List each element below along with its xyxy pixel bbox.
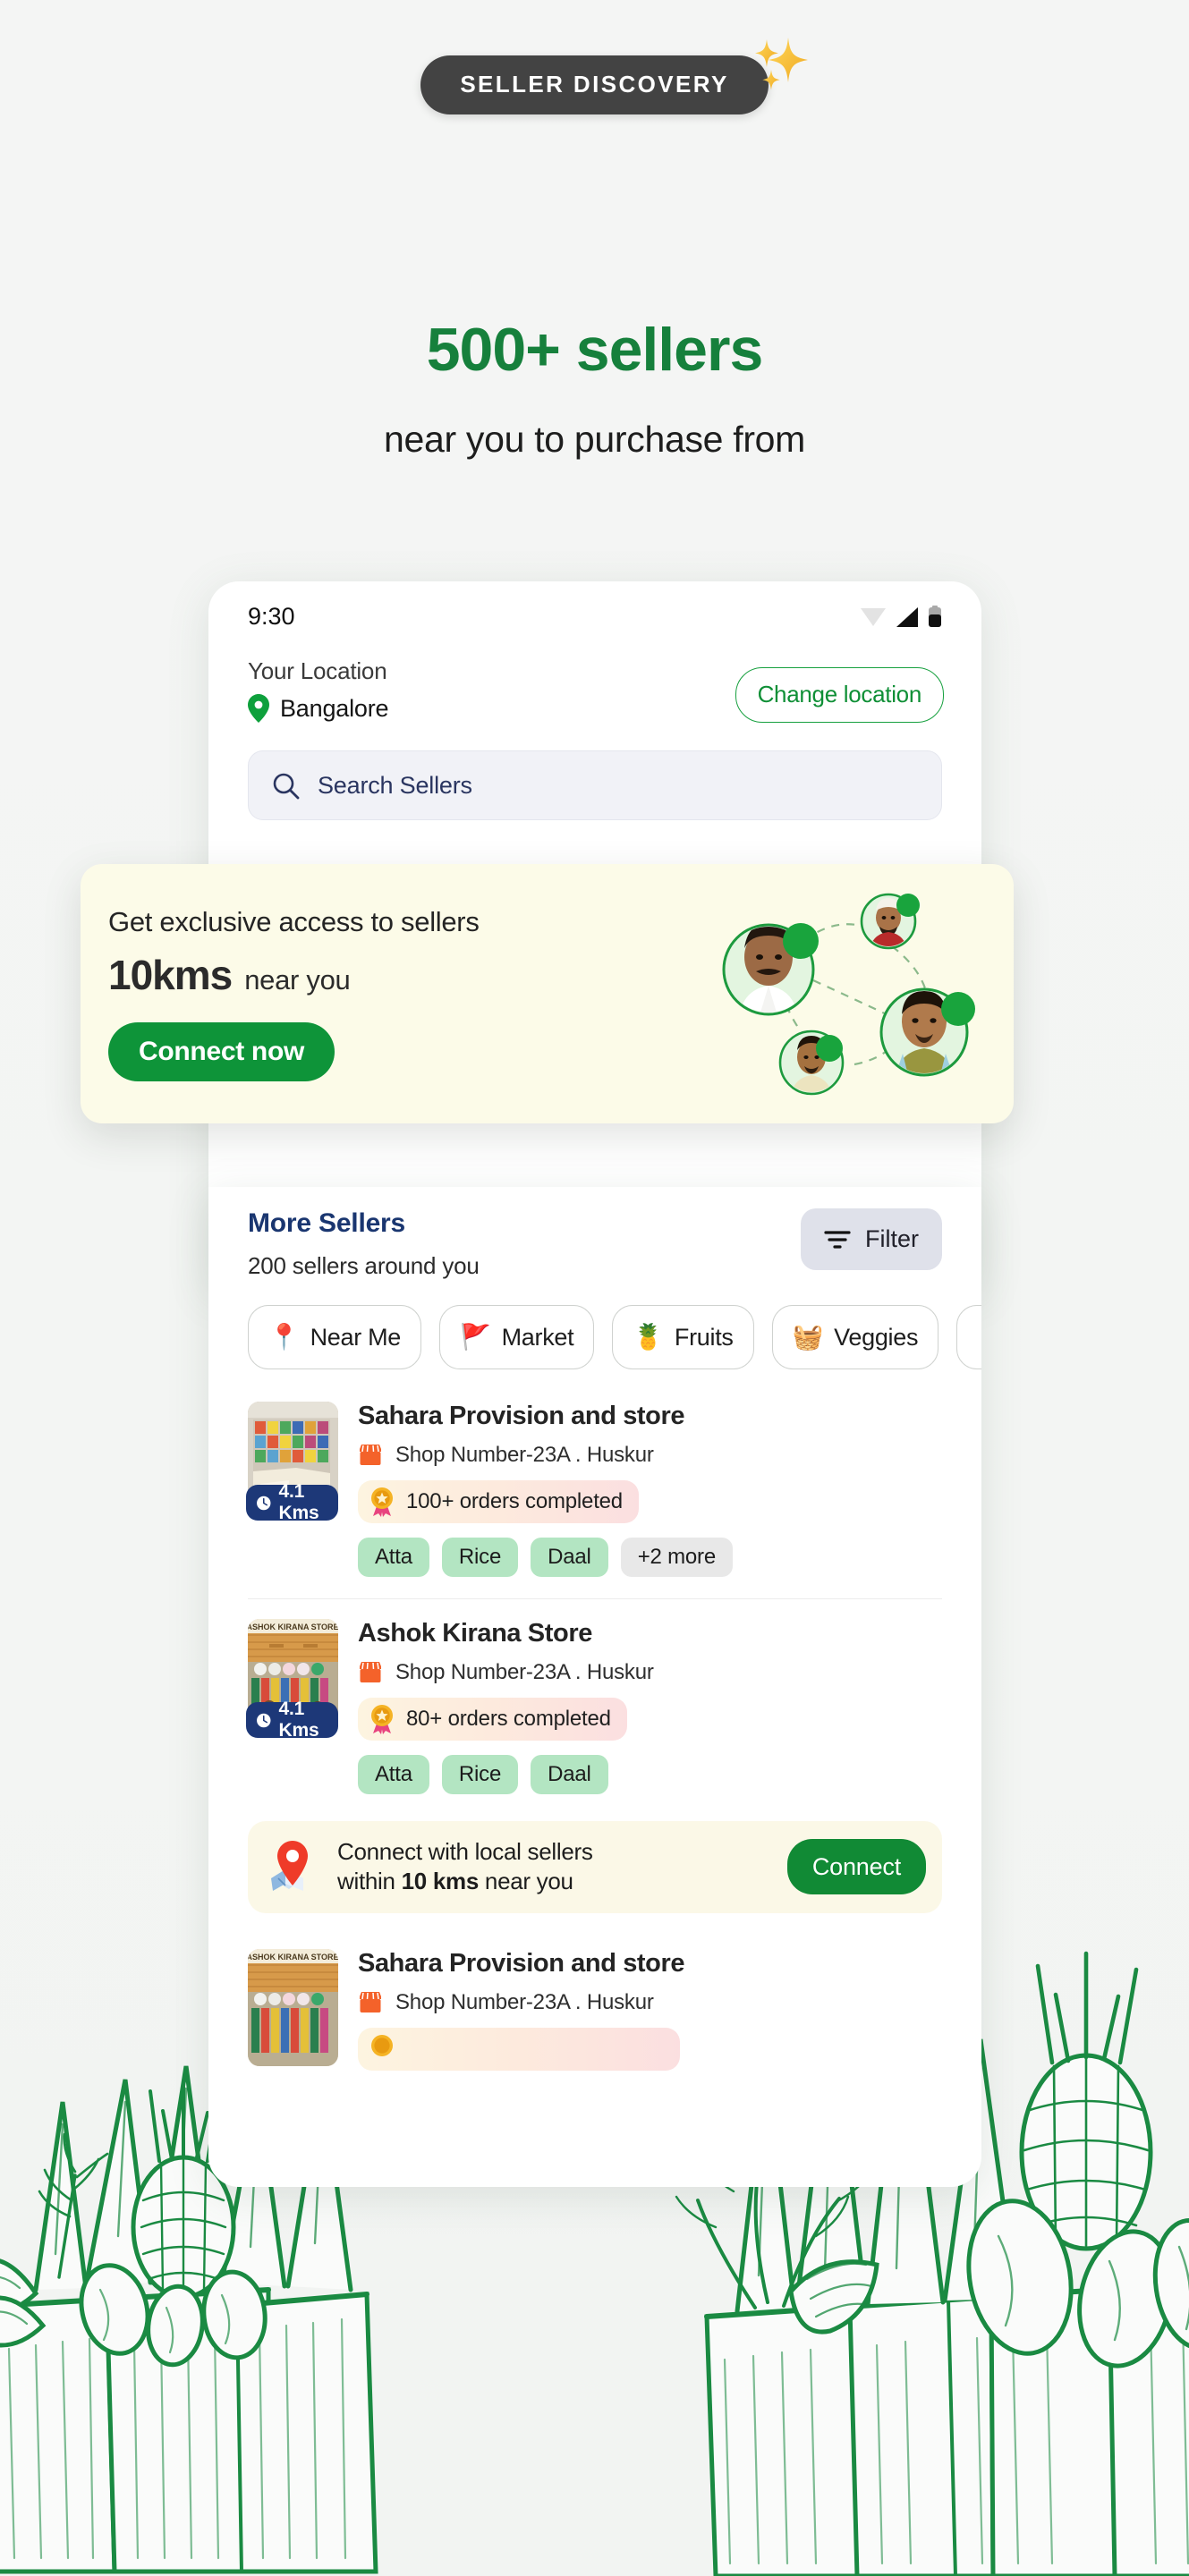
overlay-near-you: near you — [244, 964, 351, 996]
search-input[interactable]: Search Sellers — [248, 750, 942, 820]
chip-veggies[interactable]: 🧺 Veggies — [771, 1305, 939, 1369]
chip-near-me[interactable]: 📍 Near Me — [248, 1305, 422, 1369]
storefront-icon — [360, 1662, 381, 1682]
status-bar: 9:30 — [208, 581, 981, 631]
tag[interactable]: Rice — [441, 1538, 519, 1577]
phone-mockup-bottom: More Sellers 200 sellers around you Filt… — [208, 1187, 981, 2187]
clock-icon — [257, 1496, 271, 1510]
orders-badge — [358, 2027, 680, 2071]
location-header: Your Location Bangalore Change location — [208, 631, 981, 723]
filter-button[interactable]: Filter — [801, 1208, 942, 1270]
storefront-icon — [360, 1445, 381, 1465]
seller-photo: ASHOK KIRANA STORE — [248, 1948, 338, 2066]
seller-card[interactable]: ASHOK KIRANA STORE — [246, 1598, 942, 1816]
filter-icon — [824, 1230, 851, 1249]
search-placeholder: Search Sellers — [318, 771, 472, 799]
location-city: Bangalore — [280, 694, 389, 722]
connect-local-sellers-banner: Connect with local sellers within 10 kms… — [248, 1821, 942, 1913]
seller-card[interactable]: ASHOK KIRANA STORE — [248, 1929, 942, 2092]
location-pin-icon: 📍 — [268, 1323, 300, 1351]
map-pin-icon — [271, 1841, 308, 1892]
filter-label: Filter — [865, 1225, 919, 1252]
connect-button[interactable]: Connect — [786, 1839, 926, 1895]
orders-text: 100+ orders completed — [406, 1489, 623, 1513]
more-sellers-subtitle: 200 sellers around you — [248, 1252, 480, 1279]
battery-icon — [929, 605, 941, 627]
chip-label: Fruits — [674, 1323, 734, 1351]
storefront-icon — [360, 1991, 381, 2012]
connect-banner-text: Connect with local sellers within 10 kms… — [337, 1837, 771, 1897]
promo-page: SELLER DISCOVERY 500+ sellers near you t… — [0, 0, 1189, 2576]
seller-list-continued: ASHOK KIRANA STORE Sahara Provision and … — [208, 1913, 981, 2092]
seller-card[interactable]: 4.1 Kms Sahara Provision and store Shop … — [246, 1382, 942, 1598]
status-clock: 9:30 — [248, 603, 295, 630]
seller-list: 4.1 Kms Sahara Provision and store Shop … — [208, 1369, 981, 1816]
category-chip-row[interactable]: 📍 Near Me 🚩 Market 🍍 Fruits 🧺 Veggies — [208, 1280, 981, 1369]
seller-address: Shop Number-23A . Huskur — [395, 1989, 654, 2014]
more-tags-button[interactable]: +2 more — [620, 1538, 733, 1577]
tag[interactable]: Daal — [531, 1755, 608, 1794]
search-icon — [273, 773, 300, 799]
connect-now-button[interactable]: Connect now — [108, 1022, 335, 1081]
distance-text: 4.1 Kms — [278, 1699, 319, 1741]
location-pin-icon — [248, 694, 269, 723]
tag[interactable]: Rice — [441, 1755, 519, 1794]
clock-icon — [257, 1713, 271, 1727]
seller-name: Ashok Kirana Store — [358, 1619, 592, 1648]
signal-icon — [896, 606, 918, 627]
location-label: Your Location — [248, 657, 387, 684]
medal-icon — [371, 2034, 393, 2056]
tag[interactable]: Atta — [358, 1538, 429, 1577]
connect-banner-line2-pre: within — [337, 1868, 402, 1895]
seller-name: Sahara Provision and store — [358, 1402, 685, 1430]
seller-address: Shop Number-23A . Huskur — [395, 1660, 654, 1684]
chip-label: Veggies — [834, 1323, 919, 1351]
tag[interactable]: Daal — [531, 1538, 608, 1577]
more-sellers-title: More Sellers — [248, 1208, 406, 1238]
connect-banner-distance: 10 kms — [401, 1868, 480, 1895]
orders-badge: 80+ orders completed — [358, 1698, 627, 1741]
seller-address: Shop Number-23A . Huskur — [395, 1443, 654, 1467]
chip-fruits[interactable]: 🍍 Fruits — [612, 1305, 754, 1369]
wifi-icon — [861, 607, 886, 626]
distance-badge: 4.1 Kms — [246, 1481, 338, 1523]
change-location-button[interactable]: Change location — [735, 667, 944, 723]
page-title: 500+ sellers — [426, 316, 764, 384]
tag[interactable]: Atta — [358, 1755, 429, 1794]
chip-label: Near Me — [310, 1323, 402, 1351]
overlay-distance: 10kms — [108, 952, 233, 998]
fruits-icon: 🍍 — [633, 1323, 664, 1351]
distance-badge: 4.1 Kms — [246, 1699, 338, 1741]
orders-text: 80+ orders completed — [406, 1707, 611, 1731]
more-sellers-header: More Sellers 200 sellers around you Filt… — [208, 1187, 981, 1280]
flag-icon: 🚩 — [460, 1323, 491, 1351]
seller-network-graphic — [704, 882, 981, 1106]
connect-banner-line1: Connect with local sellers — [337, 1838, 593, 1865]
overlay-headline: Get exclusive access to sellers — [108, 906, 480, 937]
page-subtitle: near you to purchase from — [383, 419, 806, 460]
svg-text:ASHOK KIRANA STORE: ASHOK KIRANA STORE — [248, 1953, 338, 1962]
medal-icon — [371, 1705, 393, 1734]
medal-icon — [371, 1487, 393, 1517]
seller-discovery-badge-wrap: SELLER DISCOVERY — [0, 38, 1189, 114]
seller-discovery-badge: SELLER DISCOVERY — [420, 55, 769, 114]
sparkles-icon — [754, 38, 808, 90]
exclusive-access-card: Get exclusive access to sellers 10kms ne… — [81, 864, 1014, 1123]
seller-name: Sahara Provision and store — [358, 1948, 685, 1978]
chip-label: Market — [501, 1323, 574, 1351]
connect-banner-line2-post: near you — [479, 1868, 573, 1895]
svg-text:ASHOK KIRANA STORE: ASHOK KIRANA STORE — [248, 1623, 338, 1631]
distance-text: 4.1 Kms — [278, 1481, 319, 1523]
tag-row: Atta Rice Daal — [358, 1755, 942, 1794]
chip-market[interactable]: 🚩 Market — [439, 1305, 595, 1369]
orders-badge: 100+ orders completed — [358, 1480, 639, 1523]
tag-row: Atta Rice Daal +2 more — [358, 1538, 942, 1577]
chip-cut-off[interactable] — [956, 1305, 981, 1369]
veggies-basket-icon: 🧺 — [792, 1323, 824, 1351]
